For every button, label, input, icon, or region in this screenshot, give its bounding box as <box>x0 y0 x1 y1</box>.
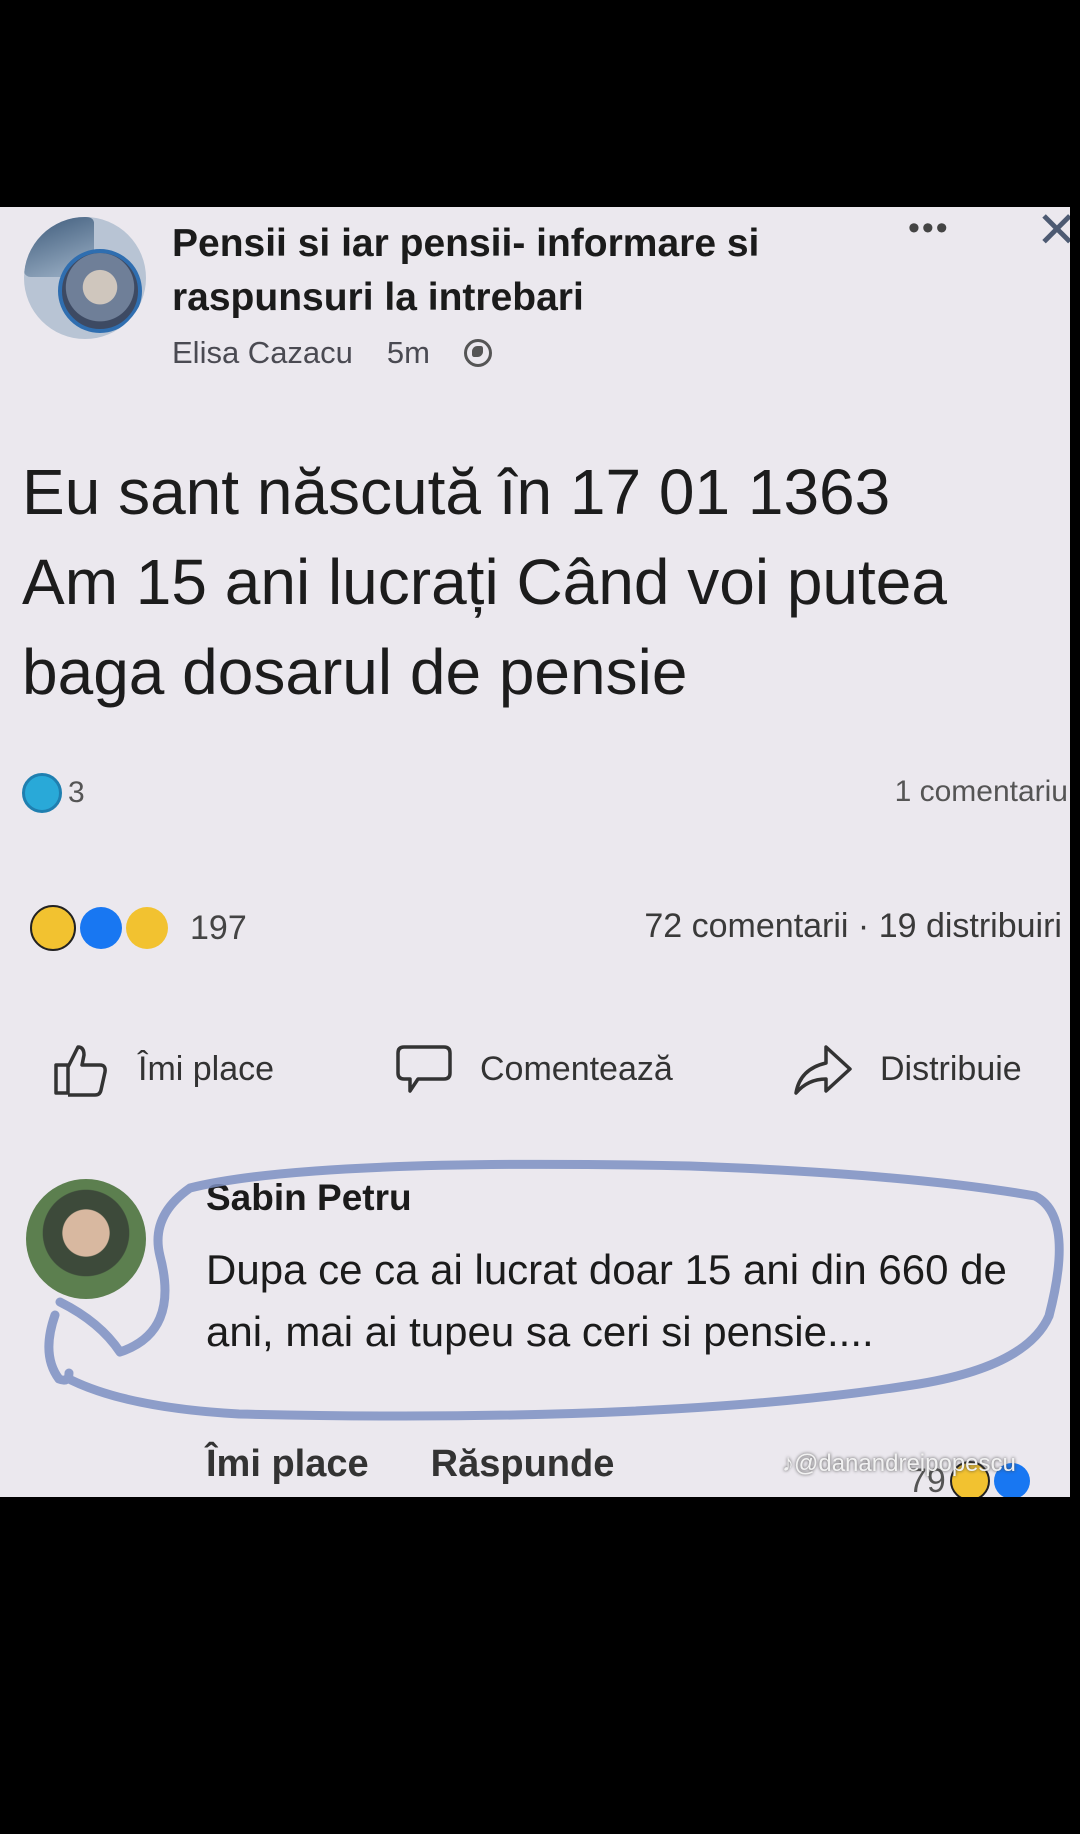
globe-icon <box>464 339 492 367</box>
share-button[interactable]: Distribuie <box>792 1039 1022 1099</box>
comment-actions: Îmi place Răspunde <box>206 1443 614 1486</box>
comments-shares-count[interactable]: 72 comentarii · 19 distribuiri <box>644 907 1062 946</box>
like-reaction-icon <box>80 907 122 949</box>
more-icon[interactable]: ••• <box>908 209 950 248</box>
commenter-name[interactable]: Sabin Petru <box>206 1177 412 1219</box>
haha-reaction-icon <box>22 773 62 813</box>
like-button[interactable]: Îmi place <box>52 1039 274 1099</box>
reaction-summary[interactable]: 197 <box>30 905 247 951</box>
comment-reply-button[interactable]: Răspunde <box>431 1443 615 1486</box>
inner-comments-count[interactable]: 1 comentariu <box>895 775 1068 809</box>
laugh-reaction-icon <box>30 905 76 951</box>
comment-icon <box>396 1045 452 1093</box>
comment-text: Dupa ce ca ai lucrat doar 15 ani din 660… <box>206 1246 1007 1355</box>
comment-label: Comentează <box>480 1049 673 1088</box>
group-title[interactable]: Pensii si iar pensii- informare si raspu… <box>172 217 872 325</box>
like-label: Îmi place <box>138 1049 275 1088</box>
thumbs-up-icon <box>54 1045 107 1097</box>
post-text: Eu sant născută în 17 01 1363 Am 15 ani … <box>22 456 947 708</box>
author-name[interactable]: Elisa Cazacu <box>172 335 353 371</box>
tiktok-watermark: ♪@danandreipopescu <box>782 1450 1016 1477</box>
wow-reaction-icon <box>126 907 168 949</box>
author-avatar[interactable] <box>58 249 142 333</box>
inner-reactions[interactable]: 3 <box>22 773 85 813</box>
post-time[interactable]: 5m <box>387 335 430 371</box>
group-avatar[interactable] <box>24 217 146 339</box>
reaction-count: 197 <box>190 908 247 947</box>
action-bar: Îmi place Comentează Distribuie <box>0 1029 1070 1099</box>
share-icon <box>794 1045 852 1095</box>
close-icon[interactable]: ✕ <box>1036 207 1070 255</box>
inner-reaction-count: 3 <box>68 776 85 809</box>
post-meta: Elisa Cazacu 5m <box>172 335 492 371</box>
comment-like-button[interactable]: Îmi place <box>206 1443 369 1486</box>
facebook-post: Pensii si iar pensii- informare si raspu… <box>0 207 1070 1497</box>
commenter-avatar[interactable] <box>26 1179 146 1299</box>
share-label: Distribuie <box>880 1049 1022 1088</box>
watermark-text: @danandreipopescu <box>794 1450 1016 1477</box>
comment: Sabin Petru Dupa ce ca ai lucrat doar 15… <box>20 1177 1060 1497</box>
comment-button[interactable]: Comentează <box>394 1039 673 1099</box>
